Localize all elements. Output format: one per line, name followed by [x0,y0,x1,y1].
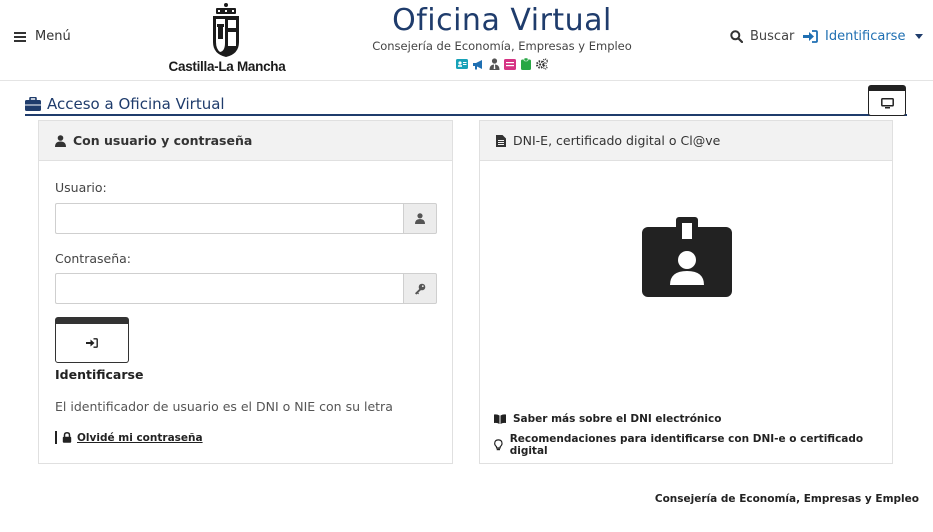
certificate-panel: DNI-E, certificado digital o Cl@ve Saber… [479,120,893,464]
user-icon [55,134,66,147]
password-addon [403,273,437,304]
login-label: Identificarse [825,29,906,44]
certificate-panel-header: DNI-E, certificado digital o Cl@ve [480,121,892,161]
id-badge-icon[interactable] [642,217,732,297]
section-divider [25,114,907,116]
link-marker [55,431,57,444]
megaphone-icon[interactable] [472,58,484,70]
sign-in-icon [86,338,98,348]
site-header: Menú Castilla-La Mancha Oficina Virtual … [0,0,933,81]
logo-text: Castilla-La Mancha [168,59,286,74]
menu-label: Menú [35,29,71,44]
submit-button[interactable] [55,317,129,363]
menu-button[interactable]: Menú [14,29,71,44]
brand-subtitle: Consejería de Economía, Empresas y Emple… [372,39,632,53]
hamburger-icon [14,31,26,42]
coat-of-arms-icon [213,3,239,57]
password-group [55,273,437,304]
briefcase-icon [25,97,41,111]
forgot-password-label: Olvidé mi contraseña [77,431,203,444]
brand-icons [364,58,640,70]
dni-info-label: Saber más sobre el DNI electrónico [513,413,722,425]
key-icon [415,283,426,295]
file-icon [496,134,506,147]
book-icon [494,414,506,424]
display-toggle-button[interactable] [868,85,906,116]
credentials-panel-title: Con usuario y contraseña [73,133,253,148]
lock-icon [62,432,72,443]
inbox-icon[interactable] [504,58,516,70]
username-input[interactable] [55,203,403,234]
clipboard-icon[interactable] [520,58,532,70]
search-icon [730,30,743,43]
forgot-password-link[interactable]: Olvidé mi contraseña [55,431,203,444]
id-card-icon[interactable] [456,58,468,70]
user-tie-icon[interactable] [488,58,500,70]
brand: Oficina Virtual Consejería de Economía, … [364,3,640,70]
login-dropdown[interactable]: Identificarse [803,29,924,44]
section-heading: Acceso a Oficina Virtual [25,95,225,113]
username-addon [403,203,437,234]
recommendations-link[interactable]: Recomendaciones para identificarse con D… [494,433,892,457]
certificate-panel-title: DNI-E, certificado digital o Cl@ve [513,133,721,148]
username-label: Usuario: [55,180,107,195]
password-label: Contraseña: [55,251,131,266]
search-button[interactable]: Buscar [730,29,794,44]
username-group [55,203,437,234]
footer-text: Consejería de Economía, Empresas y Emple… [654,493,919,505]
cogs-icon[interactable] [536,58,548,70]
credentials-panel-header: Con usuario y contraseña [39,121,452,161]
brand-title: Oficina Virtual [392,3,612,38]
password-input[interactable] [55,273,403,304]
username-hint: El identificador de usuario es el DNI o … [55,399,393,414]
castilla-la-mancha-logo[interactable]: Castilla-La Mancha [166,2,288,78]
dni-info-link[interactable]: Saber más sobre el DNI electrónico [494,413,721,425]
lightbulb-icon [494,439,503,451]
recommendations-label: Recomendaciones para identificarse con D… [509,433,864,457]
user-icon [415,213,425,224]
desktop-icon [880,97,894,108]
chevron-down-icon [915,34,924,39]
section-title: Acceso a Oficina Virtual [47,95,225,113]
sign-in-icon [803,30,818,43]
search-label: Buscar [750,29,795,44]
credentials-panel: Con usuario y contraseña Usuario: Contra… [38,120,453,464]
submit-label: Identificarse [55,367,144,382]
